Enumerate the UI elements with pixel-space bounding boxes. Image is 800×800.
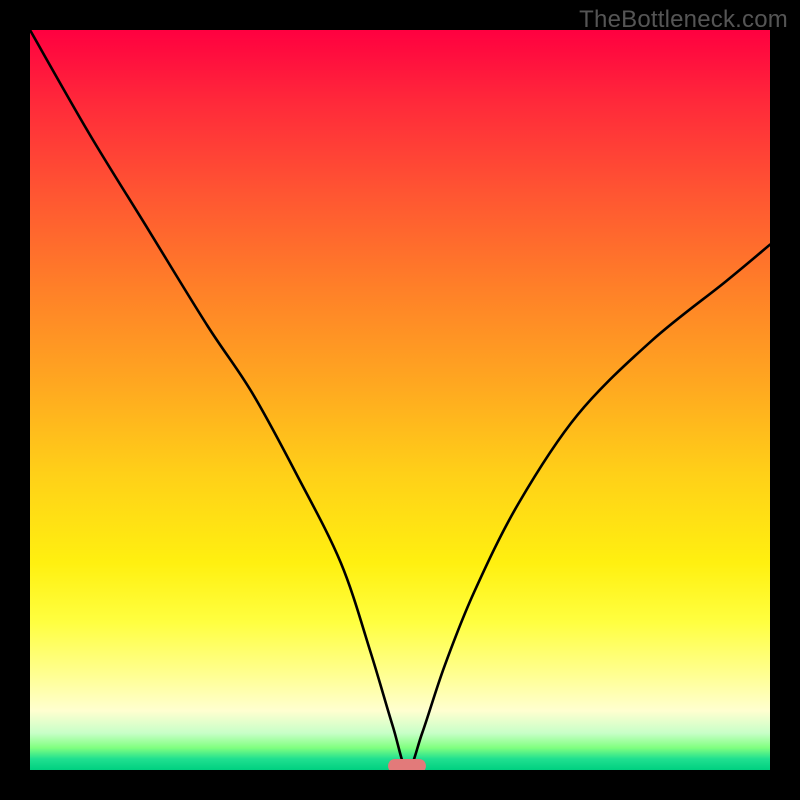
plot-area (30, 30, 770, 770)
bottleneck-curve (30, 30, 770, 770)
minimum-marker (388, 759, 426, 770)
chart-frame: TheBottleneck.com (0, 0, 800, 800)
curve-path (30, 30, 770, 770)
